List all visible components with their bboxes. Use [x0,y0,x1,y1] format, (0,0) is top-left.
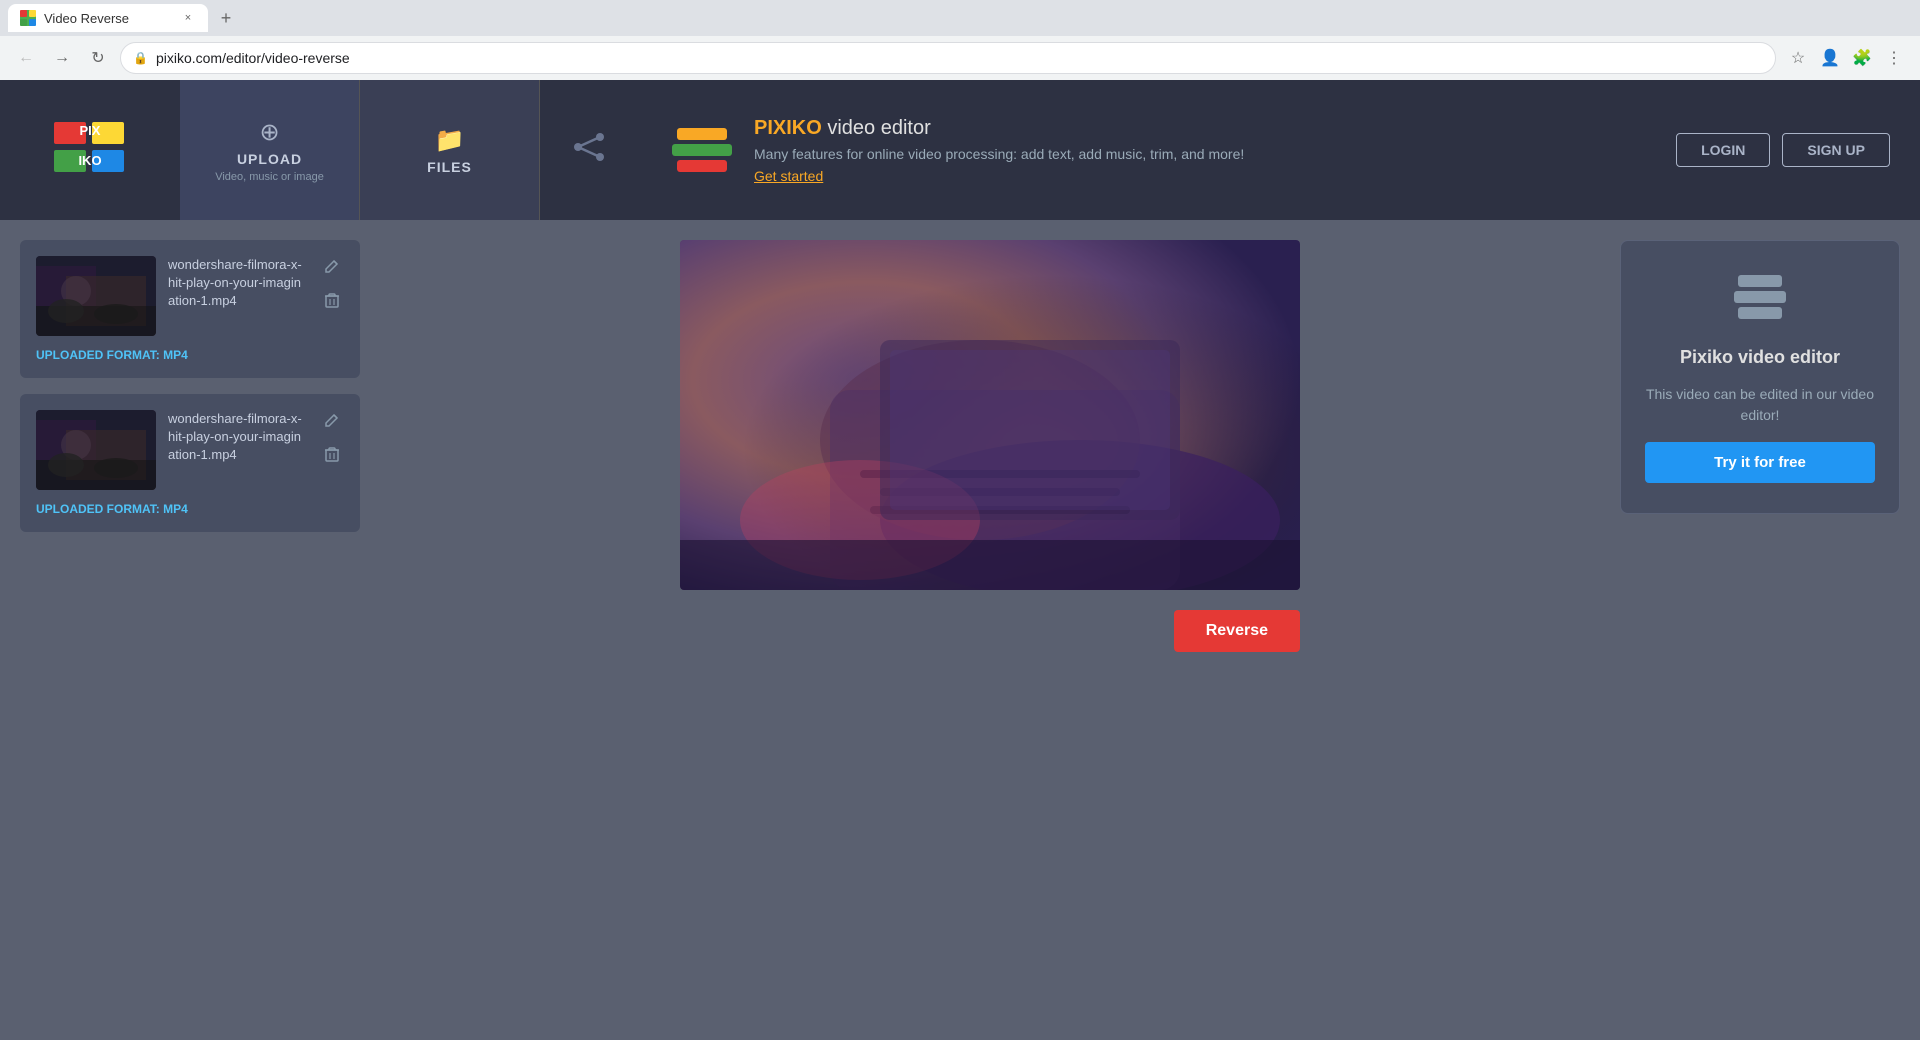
file-card-2-top: wondershare-filmora-x-hit-play-on-your-i… [36,410,344,490]
promo-get-started-link[interactable]: Get started [754,168,1646,184]
file-format-1: UPLOADED FORMAT: MP4 [36,348,344,362]
forward-button[interactable]: → [48,44,76,72]
upload-label: UPLOAD [237,151,302,167]
signup-button[interactable]: SIGN UP [1782,133,1890,167]
back-button[interactable]: ← [12,44,40,72]
file-thumbnail-2 [36,410,156,490]
delete-file-2-button[interactable] [320,442,344,466]
promo-text: PIXIKO video editor Many features for on… [754,117,1646,184]
promo-area: PIXIKO video editor Many features for on… [640,117,1676,184]
card-desc: This video can be edited in our video ed… [1645,384,1875,426]
file-name-1: wondershare-filmora-x-hit-play-on-your-i… [168,256,308,311]
login-button[interactable]: LOGIN [1676,133,1770,167]
files-label: FILES [427,159,472,175]
promo-title-rest: video editor [822,117,931,139]
file-info-1: wondershare-filmora-x-hit-play-on-your-i… [168,256,308,311]
file-thumbnail-1 [36,256,156,336]
file-actions-2 [320,410,344,466]
try-for-free-button[interactable]: Try it for free [1645,442,1875,483]
file-card-2: wondershare-filmora-x-hit-play-on-your-i… [20,394,360,532]
lock-icon: 🔒 [133,51,148,65]
card-title: Pixiko video editor [1680,347,1840,368]
editor-promo-card: Pixiko video editor This video can be ed… [1620,240,1900,514]
svg-text:IKO: IKO [78,153,101,168]
file-actions-1 [320,256,344,312]
video-area: Reverse [380,220,1600,1040]
file-name-2: wondershare-filmora-x-hit-play-on-your-i… [168,410,308,465]
header: PIX IKO ⊕ UPLOAD Video, music or image 📁… [0,80,1920,220]
pixiko-logo: PIX IKO [54,122,126,179]
thumbnail-image-1 [36,256,156,336]
app: PIX IKO ⊕ UPLOAD Video, music or image 📁… [0,80,1920,1040]
main-content: wondershare-filmora-x-hit-play-on-your-i… [0,220,1920,1040]
url-text: pixiko.com/editor/video-reverse [156,50,1763,66]
file-info-2: wondershare-filmora-x-hit-play-on-your-i… [168,410,308,465]
files-nav-item[interactable]: 📁 FILES [360,80,540,220]
tab-favicon [20,10,36,26]
browser-tab[interactable]: Video Reverse × [8,4,208,32]
file-card-1-top: wondershare-filmora-x-hit-play-on-your-i… [36,256,344,336]
file-format-value-1: MP4 [163,348,188,362]
edit-file-2-button[interactable] [320,410,344,434]
promo-title: PIXIKO video editor [754,117,1646,140]
header-actions: LOGIN SIGN UP [1676,133,1920,167]
layers-icon [1730,271,1790,323]
edit-file-1-button[interactable] [320,256,344,280]
menu-button[interactable]: ⋮ [1880,44,1908,72]
thumbnail-image-2 [36,410,156,490]
reload-button[interactable]: ↻ [84,44,112,72]
video-preview [680,240,1300,590]
video-controls: Reverse [680,610,1300,652]
right-panel: Pixiko video editor This video can be ed… [1600,220,1920,1040]
promo-desc: Many features for online video processin… [754,146,1646,162]
svg-text:PIX: PIX [80,123,101,138]
extensions-button[interactable]: 🧩 [1848,44,1876,72]
reverse-button[interactable]: Reverse [1174,610,1300,652]
logo-area: PIX IKO [0,122,180,179]
sidebar: wondershare-filmora-x-hit-play-on-your-i… [0,220,380,1040]
files-icon: 📁 [435,126,465,155]
tab-close-button[interactable]: × [180,10,196,26]
file-format-2: UPLOADED FORMAT: MP4 [36,502,344,516]
file-format-value-2: MP4 [163,502,188,516]
delete-file-1-button[interactable] [320,288,344,312]
upload-sublabel: Video, music or image [215,171,324,183]
share-nav-item[interactable] [540,80,640,220]
bookmark-button[interactable]: ☆ [1784,44,1812,72]
promo-pixiko: PIXIKO [754,117,822,139]
upload-nav-item[interactable]: ⊕ UPLOAD Video, music or image [180,80,360,220]
share-icon [570,131,610,170]
new-tab-button[interactable]: + [212,4,240,32]
promo-logo-icon [670,124,734,176]
address-bar[interactable]: 🔒 pixiko.com/editor/video-reverse [120,42,1776,74]
file-card-1: wondershare-filmora-x-hit-play-on-your-i… [20,240,360,378]
video-player [680,240,1300,590]
profile-button[interactable]: 👤 [1816,44,1844,72]
upload-icon: ⊕ [259,118,279,147]
tab-title: Video Reverse [44,11,129,26]
